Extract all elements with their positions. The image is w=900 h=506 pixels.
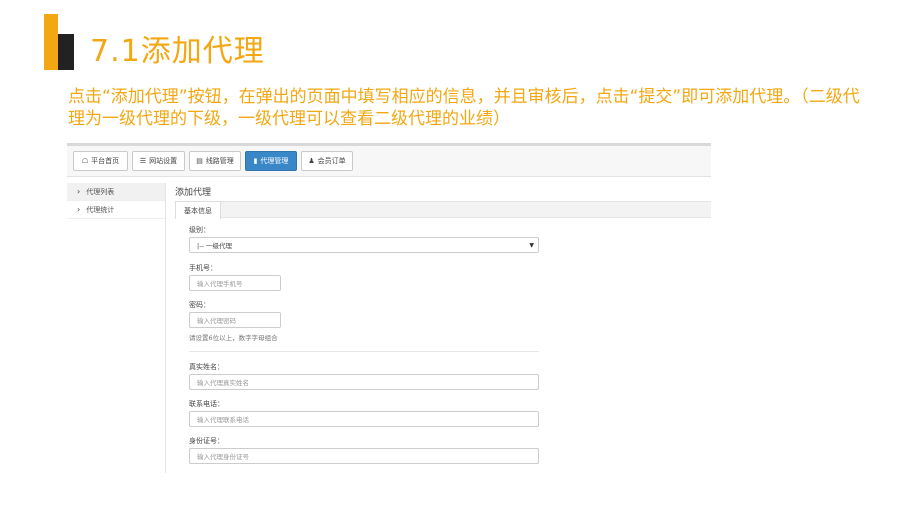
folder-icon: ▤ bbox=[196, 157, 203, 165]
nav-route-button[interactable]: ▤ 线路管理 bbox=[189, 151, 241, 171]
page-title: 添加代理 bbox=[175, 188, 212, 198]
chevron-right-icon: › bbox=[77, 187, 81, 196]
idcard-label: 身份证号： bbox=[189, 437, 224, 445]
password-hint: 请设置6位以上，数字字母组合 bbox=[189, 334, 278, 342]
nav-route-label: 线路管理 bbox=[205, 157, 234, 165]
slide-title: 7.1添加代理 bbox=[90, 34, 265, 69]
phone-label: 手机号： bbox=[189, 264, 217, 272]
nav-home-label: 平台首页 bbox=[91, 157, 120, 165]
sidebar: › 代理列表 › 代理统计 bbox=[67, 183, 166, 473]
sidebar-item-agent-list[interactable]: › 代理列表 bbox=[67, 183, 165, 201]
nav-agent-label: 代理管理 bbox=[260, 157, 289, 165]
level-select-value: |-- 一级代理 bbox=[197, 242, 232, 250]
contact-phone-input[interactable]: 输入代理联系电话 bbox=[189, 411, 539, 427]
home-icon: ☖ bbox=[81, 157, 89, 165]
tab-basic-info[interactable]: 基本信息 bbox=[175, 201, 221, 219]
list-icon: ☰ bbox=[139, 157, 147, 165]
sidebar-item-agent-stats[interactable]: › 代理统计 bbox=[67, 201, 165, 219]
nav-agent-button[interactable]: ▮ 代理管理 bbox=[245, 151, 297, 171]
slide-description: 点击“添加代理”按钮，在弹出的页面中填写相应的信息，并且审核后，点击“提交”即可… bbox=[68, 87, 860, 129]
realname-label: 真实姓名： bbox=[189, 363, 224, 371]
main-content: 添加代理 基本信息 级别： |-- 一级代理 ▼ 手机号： 输入代理手机号 密码… bbox=[175, 183, 711, 476]
book-icon: ▮ bbox=[253, 157, 258, 165]
title-accent-block bbox=[58, 34, 74, 70]
form-divider bbox=[189, 351, 539, 352]
nav-site-settings-label: 网站设置 bbox=[149, 157, 178, 165]
password-input[interactable]: 输入代理密码 bbox=[189, 312, 281, 328]
title-accent-bar bbox=[44, 14, 58, 70]
top-navbar: ☖ 平台首页 ☰ 网站设置 ▤ 线路管理 ▮ 代理管理 ♟ 会员订单 bbox=[67, 143, 711, 177]
admin-app-screenshot: ☖ 平台首页 ☰ 网站设置 ▤ 线路管理 ▮ 代理管理 ♟ 会员订单 › 代理列… bbox=[67, 143, 711, 476]
tab-bar: 基本信息 bbox=[175, 201, 711, 219]
caret-down-icon: ▼ bbox=[529, 241, 534, 249]
idcard-input[interactable]: 输入代理身份证号 bbox=[189, 448, 539, 464]
password-label: 密码： bbox=[189, 301, 210, 309]
phone-input[interactable]: 输入代理手机号 bbox=[189, 275, 281, 291]
nav-home-button[interactable]: ☖ 平台首页 bbox=[73, 151, 128, 171]
contact-phone-label: 联系电话： bbox=[189, 400, 224, 408]
nav-site-settings-button[interactable]: ☰ 网站设置 bbox=[132, 151, 185, 171]
user-icon: ♟ bbox=[308, 157, 315, 165]
realname-input[interactable]: 输入代理真实姓名 bbox=[189, 374, 539, 390]
sidebar-item-label: 代理统计 bbox=[86, 205, 115, 214]
sidebar-item-label: 代理列表 bbox=[86, 187, 115, 196]
level-label: 级别： bbox=[189, 226, 210, 234]
nav-member-orders-button[interactable]: ♟ 会员订单 bbox=[301, 151, 353, 171]
chevron-right-icon: › bbox=[77, 205, 81, 214]
level-select[interactable]: |-- 一级代理 ▼ bbox=[189, 237, 539, 253]
nav-member-orders-label: 会员订单 bbox=[317, 157, 346, 165]
